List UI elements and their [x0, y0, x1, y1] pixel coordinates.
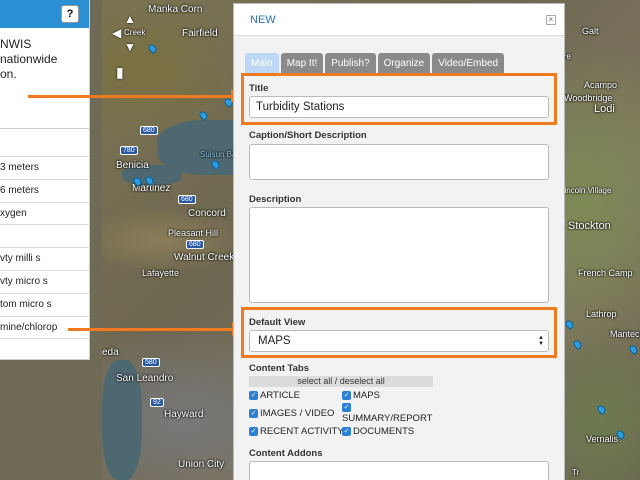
- map-city-label: Walnut Creek: [174, 252, 235, 263]
- checkbox-images-video[interactable]: ✓ IMAGES / VIDEO: [249, 408, 334, 419]
- highway-shield: 92: [150, 398, 164, 407]
- annotation-arrow: [28, 89, 243, 103]
- tab-organize[interactable]: Organize: [377, 53, 431, 74]
- description-label: Description: [249, 194, 302, 205]
- checkbox-checked-icon: ✓: [249, 427, 258, 436]
- tab-map-it[interactable]: Map It!: [280, 53, 324, 74]
- map-city-label: Vernalis: [586, 434, 619, 444]
- map-city-label: Union City: [178, 459, 225, 470]
- checkbox-recent-activity[interactable]: ✓ RECENT ACTIVITY: [249, 426, 344, 437]
- title-input[interactable]: Turbidity Stations: [249, 96, 549, 118]
- highway-shield: 680: [186, 240, 204, 249]
- station-marker[interactable]: [571, 338, 584, 351]
- checkbox-checked-icon: ✓: [249, 409, 258, 418]
- station-marker[interactable]: [595, 403, 608, 416]
- default-view-label: Default View: [249, 317, 306, 328]
- close-button[interactable]: ×: [546, 15, 556, 25]
- map-city-label: Lafayette: [142, 268, 180, 278]
- map-city-label: Galt: [582, 26, 599, 36]
- title-label: Title: [249, 83, 269, 94]
- map-city-label: Tr: [572, 468, 580, 477]
- default-view-value: MAPS: [258, 335, 291, 347]
- map-city-label: San Leandro: [116, 373, 174, 384]
- map-city-label: Fairfield: [182, 28, 218, 39]
- checkbox-maps[interactable]: ✓ MAPS: [342, 390, 380, 401]
- tab-main[interactable]: Main: [245, 53, 279, 74]
- select-all-toggle[interactable]: select all / deselect all: [249, 376, 433, 387]
- checkbox-checked-icon: ✓: [249, 391, 258, 400]
- highway-shield: 580: [142, 358, 160, 367]
- checkbox-article[interactable]: ✓ ARTICLE: [249, 390, 300, 401]
- list-item[interactable]: xygen: [0, 203, 89, 226]
- panel-header: ?: [0, 0, 89, 28]
- panel-spacer: [0, 129, 89, 157]
- dialog-title: NEW: [250, 14, 276, 26]
- map-city-label: eda: [102, 347, 119, 358]
- caption-label: Caption/Short Description: [249, 130, 367, 141]
- map-city-label: Concord: [188, 208, 226, 219]
- new-item-dialog: NEW × Main Map It! Publish? Organize Vid…: [233, 3, 565, 480]
- highway-shield: 680: [140, 126, 158, 135]
- tab-video-embed[interactable]: Video/Embed: [432, 53, 505, 74]
- map-city-label: Pleasant Hill: [168, 228, 219, 238]
- tab-publish[interactable]: Publish?: [325, 53, 376, 74]
- station-marker[interactable]: [563, 318, 576, 331]
- checkbox-documents[interactable]: ✓ DOCUMENTS: [342, 426, 414, 437]
- left-panel: ? NWIS nationwide on. 3 meters 6 meters …: [0, 0, 90, 360]
- map-city-label: Suisun Ba: [200, 150, 237, 159]
- content-tabs-label: Content Tabs: [249, 363, 309, 374]
- list-item[interactable]: vty micro s: [0, 271, 89, 294]
- intro-line: NWIS nationwide: [0, 37, 58, 66]
- map-city-label: Benicia: [116, 160, 149, 171]
- highway-shield: 680: [178, 195, 196, 204]
- map-city-label: Woodbridge: [564, 93, 613, 103]
- help-button[interactable]: ?: [61, 5, 79, 23]
- content-addons-field[interactable]: [249, 461, 549, 480]
- map-city-label: Manka Corn: [148, 4, 203, 15]
- pan-left-icon[interactable]: ◀: [112, 26, 121, 40]
- list-item[interactable]: 6 meters: [0, 180, 89, 203]
- map-city-label: Stockton: [568, 220, 611, 232]
- station-marker[interactable]: [146, 42, 159, 55]
- zoom-slider-icon[interactable]: ▮: [116, 64, 124, 81]
- highway-shield: 780: [120, 146, 138, 155]
- pan-down-icon[interactable]: ▼: [124, 40, 136, 54]
- station-marker[interactable]: [627, 343, 640, 356]
- checkbox-checked-icon: ✓: [342, 391, 351, 400]
- list-item[interactable]: [0, 225, 89, 249]
- description-textarea[interactable]: [249, 207, 549, 303]
- list-item[interactable]: vty milli s: [0, 248, 89, 271]
- list-item[interactable]: 3 meters: [0, 157, 89, 180]
- map-city-label: French Camp: [578, 268, 633, 278]
- dialog-header: NEW ×: [234, 4, 564, 36]
- intro-line: on.: [0, 67, 17, 81]
- map-city-label: Lodi: [594, 103, 615, 115]
- map-city-label: Hayward: [164, 409, 204, 420]
- caption-textarea[interactable]: [249, 144, 549, 180]
- checkbox-summary-report[interactable]: ✓ SUMMARY/REPORT: [342, 402, 432, 424]
- select-arrows-icon: ▲ ▼: [538, 335, 544, 347]
- map-city-label: Manteca: [610, 329, 640, 339]
- annotation-arrow: [68, 322, 244, 336]
- panel-intro: NWIS nationwide on.: [0, 28, 89, 128]
- checkbox-checked-icon: ✓: [342, 403, 351, 412]
- map-city-label: Creek: [124, 28, 146, 37]
- list-item[interactable]: tom micro s: [0, 294, 89, 317]
- pan-up-icon[interactable]: ▲: [124, 12, 136, 26]
- default-view-select[interactable]: MAPS ▲ ▼: [249, 330, 549, 352]
- tab-bar: Main Map It! Publish? Organize Video/Emb…: [245, 53, 505, 74]
- content-addons-label: Content Addons: [249, 448, 323, 459]
- checkbox-checked-icon: ✓: [342, 427, 351, 436]
- map-city-label: Lathrop: [586, 309, 617, 319]
- map-city-label: Lincoln Village: [560, 186, 612, 195]
- map-city-label: Acampo: [584, 80, 618, 90]
